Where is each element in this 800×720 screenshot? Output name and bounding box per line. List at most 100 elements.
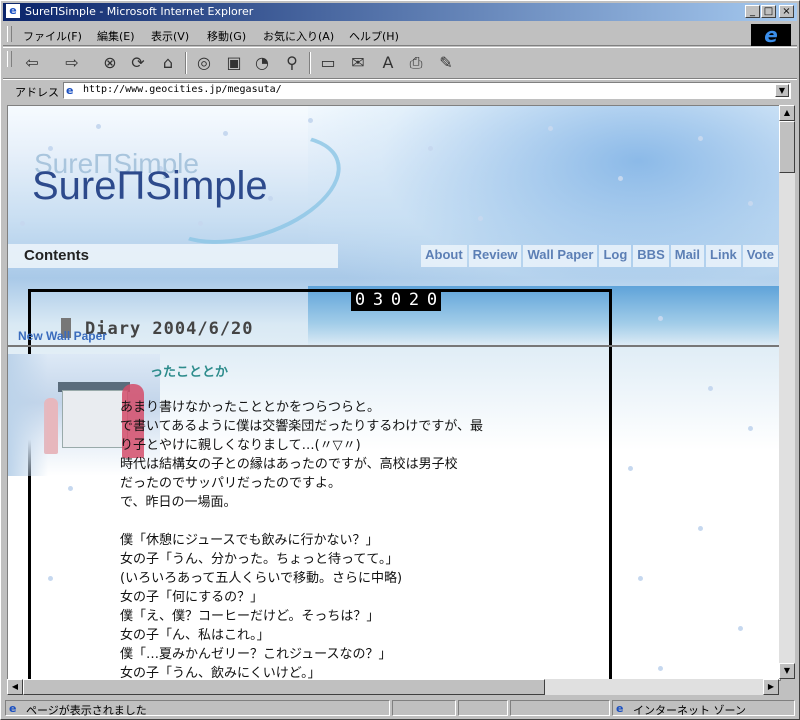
address-label: アドレス	[15, 86, 59, 99]
entry-line: 女の子「ん、私はこれ。」	[120, 628, 270, 643]
globe-icon: e	[616, 702, 624, 715]
entry-line: 僕「…夏みかんゼリー？これジュースなの？」	[120, 647, 392, 662]
menu-file[interactable]: ファイル(F)	[23, 28, 82, 44]
address-bar: アドレス e http://www.geocities.jp/megasuta/…	[3, 79, 797, 102]
entry-line: 女の子「何にするの？」	[120, 590, 264, 605]
menu-edit[interactable]: 編集(E)	[97, 28, 135, 44]
ie-page-icon: e	[6, 4, 20, 18]
address-dropdown-icon[interactable]: ▼	[775, 84, 789, 97]
home-icon[interactable]: ⌂	[157, 52, 179, 74]
menu-go[interactable]: 移動(G)	[207, 28, 246, 44]
horizontal-scroll-thumb[interactable]	[23, 679, 545, 695]
nav-about[interactable]: About	[421, 245, 467, 267]
entry-line: (いろいろあって五人くらいで移動。さらに中略)	[120, 571, 403, 586]
snow-dot	[698, 526, 703, 531]
edit-icon[interactable]: ✎	[435, 52, 457, 74]
nav-log[interactable]: Log	[599, 245, 632, 267]
snow-dot	[478, 216, 483, 221]
scroll-up-icon[interactable]: ▲	[779, 105, 795, 121]
nav-mail[interactable]: Mail	[670, 245, 705, 267]
entry-line: で、昨日の一場面。	[120, 495, 237, 510]
diary-title: Diary 2004/6/20	[85, 319, 254, 339]
search-icon[interactable]: ◎	[193, 52, 215, 74]
entry-line: 僕「休憩にジュースでも飲みに行かない？」	[120, 533, 379, 548]
entry-line: だったのでサッパリだったのですよ。	[120, 476, 342, 491]
entry-line: 女の子「うん、分かった。ちょっと待ってて。」	[120, 552, 399, 567]
font-icon[interactable]: A	[377, 52, 399, 74]
window-title: SureΠSimple - Microsoft Internet Explore…	[25, 5, 254, 18]
entry-body: あまり書けなかったこととかをつらつらと。で書いてあるように僕は交響楽団だったりす…	[120, 398, 590, 680]
scroll-right-icon[interactable]: ▶	[763, 679, 779, 695]
vertical-scrollbar[interactable]: ▲ ▼	[779, 105, 795, 679]
page-icon: e	[66, 84, 74, 97]
menu-view[interactable]: 表示(V)	[151, 28, 189, 44]
status-text: ページが表示されました	[26, 704, 147, 717]
scroll-down-icon[interactable]: ▼	[779, 663, 795, 679]
history-icon[interactable]: ◔	[251, 52, 273, 74]
nav-link[interactable]: Link	[706, 245, 741, 267]
toolbar-grip[interactable]	[7, 51, 12, 67]
menu-grip[interactable]	[7, 26, 12, 42]
snow-dot	[428, 146, 433, 151]
forward-icon[interactable]: ⇨	[61, 52, 83, 74]
snow-dot	[96, 124, 101, 129]
entry-line: 僕「え、僕？コーヒーだけど。そっちは？」	[120, 609, 380, 624]
scroll-left-icon[interactable]: ◀	[7, 679, 23, 695]
status-main: e ページが表示されました	[5, 700, 390, 717]
snow-dot	[223, 131, 228, 136]
status-cell	[392, 700, 456, 716]
maximize-button[interactable]: □	[761, 5, 776, 18]
nav-bbs[interactable]: BBS	[633, 245, 669, 267]
address-url[interactable]: http://www.geocities.jp/megasuta/	[83, 84, 282, 95]
ie-logo-icon: e	[751, 24, 791, 46]
channels-icon[interactable]: ⚲	[281, 52, 303, 74]
hit-counter: 03020	[351, 289, 441, 311]
nav-wall-paper[interactable]: Wall Paper	[523, 245, 598, 267]
nav-review[interactable]: Review	[468, 245, 522, 267]
mail-icon[interactable]: ✉	[347, 52, 369, 74]
back-icon[interactable]: ⇦	[21, 52, 43, 74]
counter-digit: 2	[408, 290, 420, 310]
status-cell	[458, 700, 508, 716]
vertical-scroll-thumb[interactable]	[779, 121, 795, 173]
close-button[interactable]: ×	[779, 5, 794, 18]
snow-dot	[748, 201, 753, 206]
snow-dot	[738, 626, 743, 631]
status-bar: e ページが表示されました e インターネット ゾーン	[3, 699, 797, 717]
snow-dot	[658, 666, 663, 671]
counter-digit: 3	[372, 290, 384, 310]
thumbnail-building	[62, 390, 128, 448]
minimize-button[interactable]: _	[745, 5, 760, 18]
address-input[interactable]: e http://www.geocities.jp/megasuta/ ▼	[63, 82, 791, 99]
menu-help[interactable]: ヘルプ(H)	[349, 28, 399, 44]
site-logo[interactable]: SureΠSimple SureΠSimple	[32, 113, 355, 265]
nav-links: About Review Wall Paper Log BBS Mail Lin…	[421, 245, 778, 267]
toolbar: ⇦ ⇨ ⊗ ⟳ ⌂ ◎ ▣ ◔ ⚲ ▭ ✉ A ⎙ ✎	[3, 47, 797, 79]
thumbnail-veil	[8, 354, 48, 476]
new-wall-paper-link[interactable]: New Wall Paper	[18, 329, 107, 343]
zone-text: インターネット ゾーン	[633, 704, 746, 717]
entry-line: あまり書けなかったこととかをつらつらと。	[120, 400, 381, 415]
snow-dot	[708, 386, 713, 391]
snow-dot	[658, 316, 663, 321]
entry-line: 時代は結構女の子との縁はあったのですが、高校は男子校	[120, 457, 458, 472]
horizontal-scrollbar[interactable]: ◀ ▶	[7, 679, 779, 695]
fullscreen-icon[interactable]: ▭	[317, 52, 339, 74]
snow-dot	[618, 176, 623, 181]
snow-dot	[20, 221, 25, 226]
zone-cell: e インターネット ゾーン	[612, 700, 795, 717]
status-cell	[510, 700, 610, 716]
nav-vote[interactable]: Vote	[742, 245, 778, 267]
snow-dot	[638, 576, 643, 581]
stop-icon[interactable]: ⊗	[99, 52, 121, 74]
entry-heading: ったこととか	[150, 365, 229, 380]
favorites-icon[interactable]: ▣	[223, 52, 245, 74]
counter-digit: 0	[426, 290, 438, 310]
print-icon[interactable]: ⎙	[405, 52, 427, 74]
contents-label: Contents	[24, 247, 89, 264]
snow-dot	[308, 118, 313, 123]
title-bar: e SureΠSimple - Microsoft Internet Explo…	[3, 3, 797, 21]
menu-favorites[interactable]: お気に入り(A)	[263, 28, 334, 44]
entry-line: で書いてあるように僕は交響楽団だったりするわけですが、最	[120, 419, 483, 434]
refresh-icon[interactable]: ⟳	[127, 52, 149, 74]
